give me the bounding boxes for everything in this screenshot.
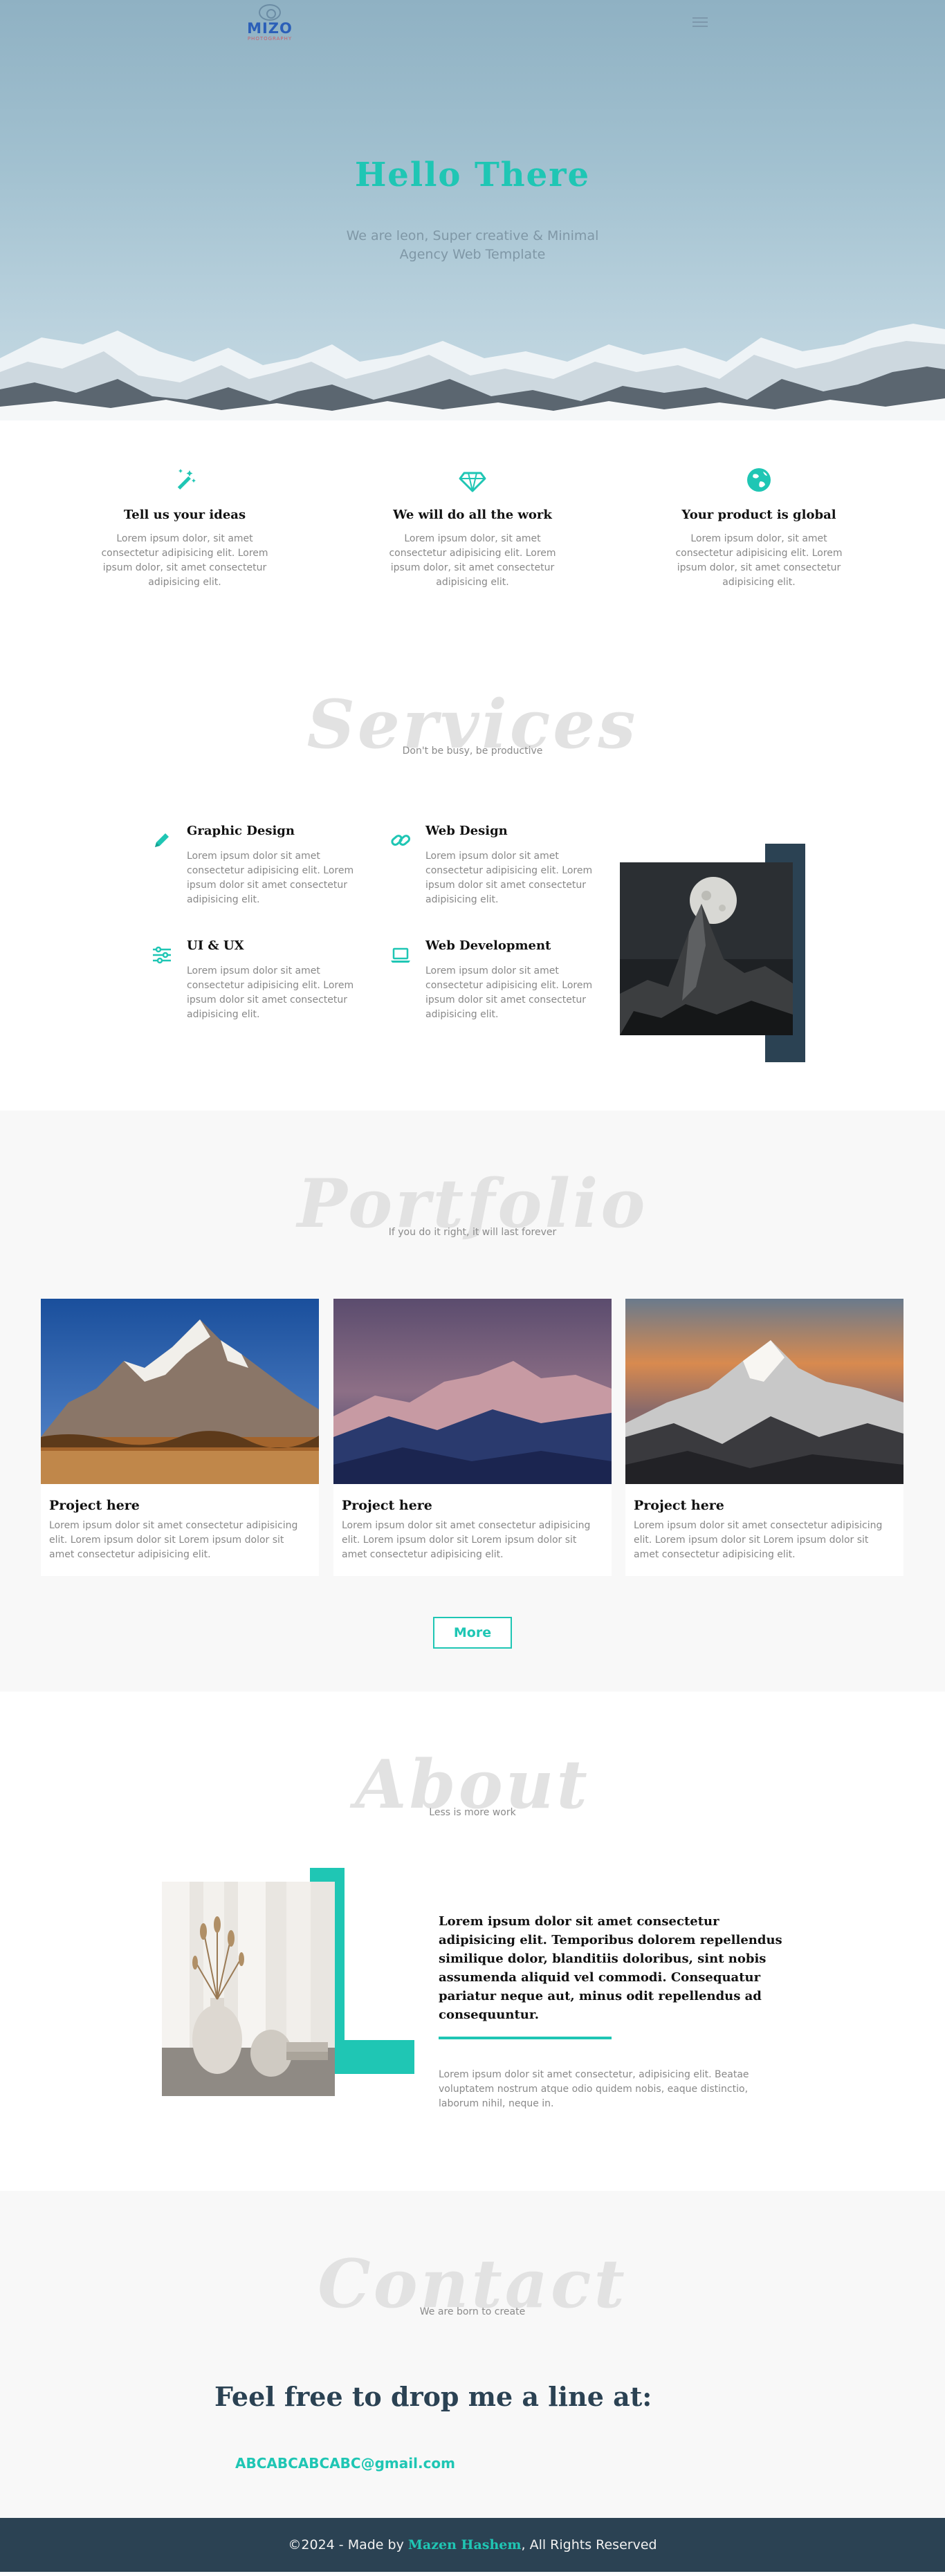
- about-section: About Less is more work Lorem ipsum dolo…: [0, 1692, 945, 2191]
- footer-rights: , All Rights Reserved: [521, 2537, 657, 2552]
- portfolio-heading: Portfolio If you do it right, it will la…: [0, 1111, 945, 1242]
- feature-text: Lorem ipsum dolor, sit amet consectetur …: [101, 533, 268, 588]
- services-section: Services Don't be busy, be productive Gr…: [0, 662, 945, 1111]
- section-tagline: If you do it right, it will last forever: [388, 1227, 557, 1238]
- portfolio-section: Portfolio If you do it right, it will la…: [0, 1111, 945, 1692]
- feature-global: Your product is global Lorem ipsum dolor…: [672, 466, 845, 590]
- about-heading: About Less is more work: [0, 1692, 945, 1823]
- sliders-icon: [153, 946, 171, 964]
- project-card[interactable]: Project here Lorem ipsum dolor sit amet …: [625, 1299, 903, 1576]
- service-title: Web Design: [425, 824, 508, 838]
- hero-section: MIZO PHOTOGRAPHY Hello There We are leon…: [0, 0, 945, 420]
- project-title: Project here: [342, 1498, 432, 1513]
- footer: ©2024 - Made by Mazen Hashem, All Rights…: [0, 2518, 945, 2572]
- services-image-block: [620, 844, 807, 1062]
- about-image-block: [162, 1868, 414, 2138]
- footer-copyright: ©2024 - Made by: [288, 2537, 404, 2552]
- section-tagline: We are born to create: [419, 2306, 526, 2317]
- vase-interior-image: [162, 1882, 335, 2096]
- service-graphic-design: Graphic Design Lorem ipsum dolor sit ame…: [155, 824, 360, 907]
- service-text: Lorem ipsum dolor sit amet consectetur a…: [425, 965, 593, 1020]
- service-web-development: Web Development Lorem ipsum dolor sit am…: [391, 938, 598, 1022]
- service-title: Web Development: [425, 938, 551, 953]
- laptop-icon: [391, 947, 410, 963]
- accent-divider: [439, 2037, 612, 2039]
- feature-text: Lorem ipsum dolor, sit amet consectetur …: [675, 533, 843, 588]
- project-text: Lorem ipsum dolor sit amet consectetur a…: [634, 1520, 883, 1560]
- moon-mountain-image: [620, 862, 793, 1035]
- services-heading: Services Don't be busy, be productive: [0, 662, 945, 763]
- project-image: [41, 1299, 319, 1484]
- mountain-range-image: [0, 324, 945, 420]
- feature-title: Your product is global: [681, 508, 836, 522]
- contact-section: Contact We are born to create Feel free …: [0, 2191, 945, 2518]
- project-image: [625, 1299, 903, 1484]
- project-title: Project here: [634, 1498, 724, 1513]
- service-title: UI & UX: [187, 938, 244, 953]
- about-lead-text: Lorem ipsum dolor sit amet consectetur a…: [439, 1914, 782, 2022]
- hero-text: We are leon, Super creative & Minimal Ag…: [346, 228, 599, 262]
- service-text: Lorem ipsum dolor sit amet consectetur a…: [187, 965, 354, 1020]
- feature-title: Tell us your ideas: [123, 508, 246, 522]
- project-image: [333, 1299, 612, 1484]
- feature-title: We will do all the work: [393, 508, 552, 522]
- link-icon: [391, 835, 411, 846]
- logo-subtitle: PHOTOGRAPHY: [247, 36, 293, 41]
- feature-ideas: Tell us your ideas Lorem ipsum dolor, si…: [98, 466, 271, 590]
- hero-title: Hello There: [354, 156, 591, 194]
- feature-text: Lorem ipsum dolor, sit amet consectetur …: [389, 533, 556, 588]
- hamburger-menu-icon[interactable]: [692, 17, 708, 28]
- project-text: Lorem ipsum dolor sit amet consectetur a…: [342, 1520, 591, 1560]
- footer-author-link[interactable]: Mazen Hashem: [408, 2537, 522, 2552]
- contact-heading: Contact We are born to create: [0, 2191, 945, 2322]
- service-text: Lorem ipsum dolor sit amet consectetur a…: [187, 851, 354, 905]
- project-title: Project here: [49, 1498, 140, 1513]
- section-tagline: Less is more work: [429, 1807, 516, 1818]
- service-title: Graphic Design: [187, 824, 295, 838]
- service-web-design: Web Design Lorem ipsum dolor sit amet co…: [391, 824, 598, 907]
- contact-title: Feel free to drop me a line at:: [214, 2381, 652, 2412]
- site-logo[interactable]: MIZO PHOTOGRAPHY: [239, 4, 300, 41]
- pencil-icon: [155, 833, 169, 847]
- contact-email-link[interactable]: ABCABCABCABC@gmail.com: [235, 2455, 455, 2472]
- service-ui-ux: UI & UX Lorem ipsum dolor sit amet conse…: [153, 938, 360, 1022]
- section-tagline: Don't be busy, be productive: [402, 745, 543, 757]
- logo-mark-icon: [259, 4, 281, 21]
- about-body-text: Lorem ipsum dolor sit amet consectetur, …: [439, 2069, 749, 2109]
- feature-work: We will do all the work Lorem ipsum dolo…: [386, 466, 559, 590]
- globe-icon: [747, 468, 771, 492]
- service-text: Lorem ipsum dolor sit amet consectetur a…: [425, 851, 593, 905]
- logo-name: MIZO: [247, 20, 293, 37]
- features-section: Tell us your ideas Lorem ipsum dolor, si…: [0, 420, 945, 662]
- project-text: Lorem ipsum dolor sit amet consectetur a…: [49, 1520, 298, 1560]
- project-card[interactable]: Project here Lorem ipsum dolor sit amet …: [41, 1299, 319, 1576]
- project-card[interactable]: Project here Lorem ipsum dolor sit amet …: [333, 1299, 612, 1576]
- diamond-icon: [459, 472, 486, 492]
- more-button[interactable]: More: [433, 1617, 512, 1649]
- magic-wand-icon: [177, 469, 196, 490]
